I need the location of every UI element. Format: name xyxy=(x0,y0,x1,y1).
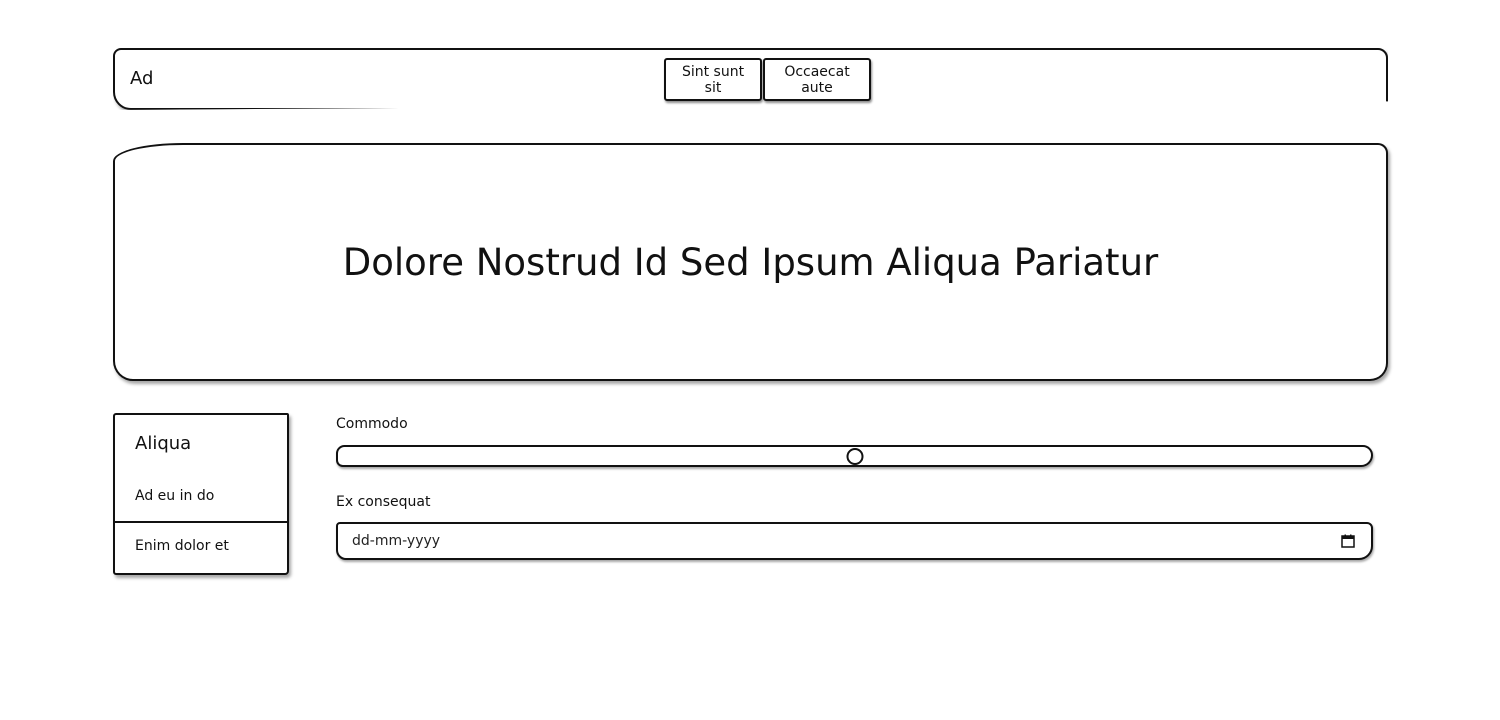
range-slider-thumb[interactable] xyxy=(846,448,863,465)
date-input[interactable]: dd-mm-yyyy xyxy=(336,522,1373,560)
hero-banner: Dolore Nostrud Id Sed Ipsum Aliqua Paria… xyxy=(113,143,1388,381)
brand-label[interactable]: Ad xyxy=(130,68,153,89)
sidebar-divider xyxy=(115,521,287,523)
nav-button-sint-sunt-sit[interactable]: Sint sunt sit xyxy=(664,58,762,101)
date-label: Ex consequat xyxy=(336,494,431,510)
date-placeholder: dd-mm-yyyy xyxy=(352,533,441,549)
sidebar-heading: Aliqua xyxy=(135,433,192,454)
range-slider[interactable] xyxy=(336,445,1373,467)
sidebar-item-ad-eu-in-do[interactable]: Ad eu in do xyxy=(135,488,214,504)
range-label: Commodo xyxy=(336,416,408,432)
calendar-icon[interactable] xyxy=(1341,534,1355,548)
sidebar-panel: Aliqua Ad eu in do Enim dolor et xyxy=(113,413,289,575)
sidebar-item-enim-dolor-et[interactable]: Enim dolor et xyxy=(135,538,229,554)
hero-title: Dolore Nostrud Id Sed Ipsum Aliqua Paria… xyxy=(342,240,1159,284)
nav-button-occaecat-aute[interactable]: Occaecat aute xyxy=(763,58,871,101)
